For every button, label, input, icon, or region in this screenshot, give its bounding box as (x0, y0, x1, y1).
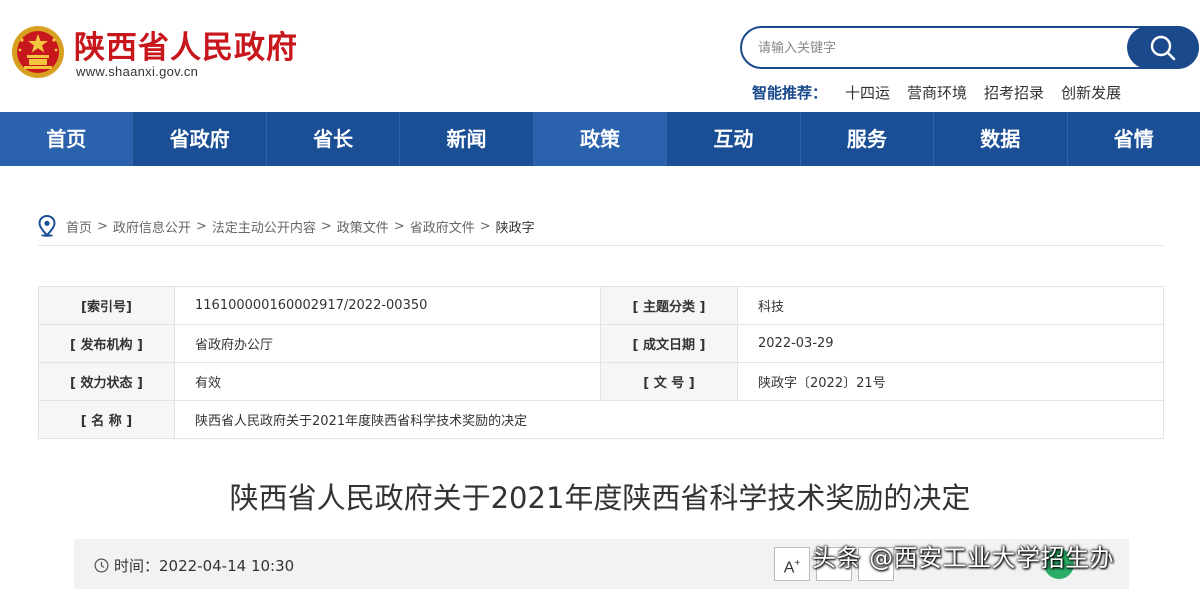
breadcrumb-separator: > (479, 218, 491, 234)
table-row: [ 名 称 ] 陕西省人民政府关于2021年度陕西省科学技术奖励的决定 (38, 400, 1164, 439)
search-box (740, 26, 1199, 69)
breadcrumb-gov-info[interactable]: 政府信息公开 (113, 217, 191, 236)
nav-item-governor[interactable]: 省长 (267, 112, 401, 166)
search-button[interactable] (1127, 26, 1199, 69)
status-label: [ 效力状态 ] (38, 362, 175, 401)
date-label: [ 成文日期 ] (600, 324, 738, 363)
recommend-item-innovation[interactable]: 创新发展 (1061, 84, 1121, 102)
index-value: 116100000160002917/2022-00350 (174, 286, 601, 325)
recommend-item-recruitment[interactable]: 招考招录 (984, 84, 1044, 102)
breadcrumb-separator: > (320, 218, 332, 234)
topic-value: 科技 (737, 286, 1164, 325)
font-increase-label: A (783, 559, 795, 577)
nav-item-home[interactable]: 首页 (0, 112, 134, 166)
smart-recommend: 智能推荐： 十四运 营商环境 招考招录 创新发展 (752, 82, 1138, 103)
index-label: [索引号] (38, 286, 175, 325)
breadcrumb-statutory[interactable]: 法定主动公开内容 (212, 217, 316, 236)
recommend-item-business-env[interactable]: 营商环境 (907, 84, 967, 102)
site-url: www.shaanxi.gov.cn (76, 64, 199, 79)
name-value: 陕西省人民政府关于2021年度陕西省科学技术奖励的决定 (174, 400, 1164, 439)
breadcrumb-separator: > (97, 218, 108, 234)
font-increase-button[interactable]: A+ (774, 547, 810, 581)
search-input[interactable] (758, 37, 1118, 59)
breadcrumb-divider (38, 245, 1164, 246)
location-pin-icon (38, 215, 56, 237)
name-label: [ 名 称 ] (38, 400, 175, 439)
breadcrumb-separator: > (195, 218, 207, 234)
breadcrumb-home[interactable]: 首页 (66, 217, 92, 236)
breadcrumb-separator: > (393, 218, 405, 234)
breadcrumb-provincial-docs[interactable]: 省政府文件 (410, 217, 475, 236)
national-emblem-icon[interactable] (10, 24, 66, 80)
nav-item-policy[interactable]: 政策 (533, 112, 668, 166)
nav-item-provincial-government[interactable]: 省政府 (133, 112, 267, 166)
status-value: 有效 (174, 362, 601, 401)
table-row: [ 发布机构 ] 省政府办公厅 [ 成文日期 ] 2022-03-29 (38, 324, 1164, 363)
issuer-value: 省政府办公厅 (174, 324, 601, 363)
nav-item-province-info[interactable]: 省情 (1068, 112, 1200, 166)
breadcrumb: 首页 > 政府信息公开 > 法定主动公开内容 > 政策文件 > 省政府文件 > … (38, 214, 535, 238)
nav-item-services[interactable]: 服务 (801, 112, 935, 166)
nav-item-data[interactable]: 数据 (934, 112, 1068, 166)
document-metadata-table: [索引号] 116100000160002917/2022-00350 [ 主题… (38, 286, 1164, 439)
docno-value: 陕政字〔2022〕21号 (737, 362, 1164, 401)
recommend-item-shisiyun[interactable]: 十四运 (845, 84, 890, 102)
site-title[interactable]: 陕西省人民政府 (74, 22, 298, 67)
issuer-label: [ 发布机构 ] (38, 324, 175, 363)
breadcrumb-policy-docs[interactable]: 政策文件 (337, 217, 389, 236)
publish-time: 时间：2022-04-14 10:30 (94, 555, 294, 576)
plus-icon: + (794, 558, 801, 569)
clock-icon (94, 558, 109, 573)
nav-item-news[interactable]: 新闻 (400, 112, 534, 166)
table-row: [索引号] 116100000160002917/2022-00350 [ 主题… (38, 286, 1164, 325)
main-nav: 首页 省政府 省长 新闻 政策 互动 服务 数据 省情 (0, 112, 1200, 166)
search-icon (1150, 35, 1176, 61)
watermark: 头条 @西安工业大学招生办 (812, 544, 1115, 572)
table-row: [ 效力状态 ] 有效 [ 文 号 ] 陕政字〔2022〕21号 (38, 362, 1164, 401)
publish-time-text: 时间：2022-04-14 10:30 (114, 557, 295, 575)
recommend-label: 智能推荐： (752, 84, 828, 102)
nav-item-interaction[interactable]: 互动 (667, 112, 801, 166)
document-title: 陕西省人民政府关于2021年度陕西省科学技术奖励的决定 (229, 481, 971, 515)
breadcrumb-current[interactable]: 陕政字 (496, 217, 535, 236)
topic-label: [ 主题分类 ] (600, 286, 738, 325)
date-value: 2022-03-29 (737, 324, 1164, 363)
site-header: 陕西省人民政府 www.shaanxi.gov.cn 智能推荐： 十四运营商环境招… (0, 0, 1200, 112)
docno-label: [ 文 号 ] (600, 362, 738, 401)
